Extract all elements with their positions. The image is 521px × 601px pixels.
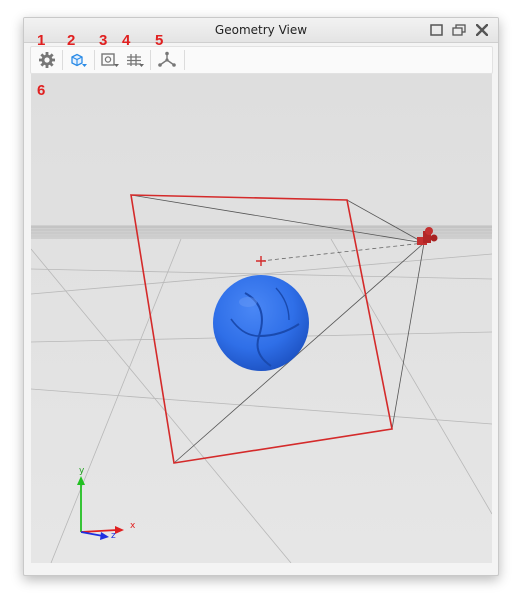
gear-icon[interactable] xyxy=(36,50,58,70)
callout-4: 4 xyxy=(122,32,131,49)
callout-5: 5 xyxy=(155,32,164,49)
axes-icon[interactable] xyxy=(154,50,180,70)
toolbar xyxy=(30,46,493,74)
maximize-icon[interactable] xyxy=(428,22,444,38)
sphere[interactable] xyxy=(213,275,309,371)
axis-y-label: y xyxy=(79,466,85,476)
callout-6: 6 xyxy=(37,82,46,99)
axis-x-label: x xyxy=(130,521,136,531)
3d-viewport[interactable]: y x z xyxy=(31,74,492,563)
callout-3: 3 xyxy=(99,32,108,49)
camera-icon[interactable] xyxy=(98,50,122,70)
grid-icon[interactable] xyxy=(123,50,147,70)
restore-icon[interactable] xyxy=(451,22,467,38)
title-bar[interactable]: Geometry View xyxy=(24,18,498,43)
callout-1: 1 xyxy=(37,32,46,49)
callout-2: 2 xyxy=(67,32,76,49)
close-icon[interactable] xyxy=(474,22,490,38)
view-cube-icon[interactable] xyxy=(66,50,90,70)
axis-z-label: z xyxy=(111,531,116,541)
window-title: Geometry View xyxy=(214,23,308,37)
geometry-view-window: Geometry View y x z xyxy=(23,17,499,576)
horizon-band xyxy=(31,225,492,239)
